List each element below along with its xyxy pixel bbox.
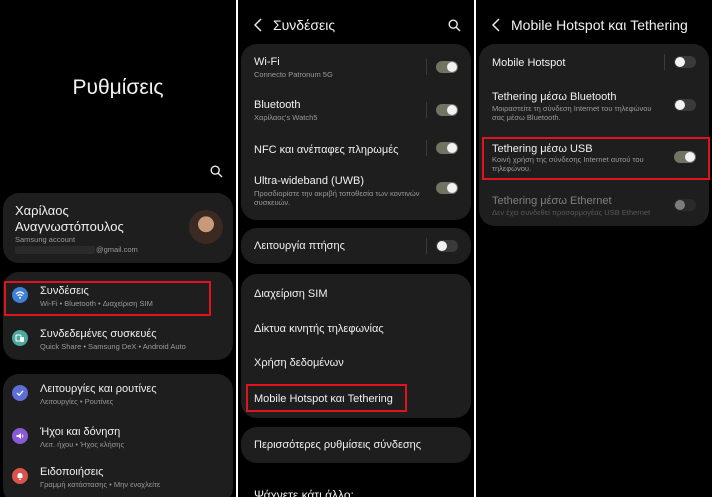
uwb-toggle[interactable]: [436, 182, 458, 194]
wifi-toggle[interactable]: [436, 61, 458, 73]
item-subtitle: Μοιραστείτε τη σύνδεση Internet του τηλε…: [492, 104, 652, 122]
item-title: Ήχοι και δόνηση: [40, 426, 121, 438]
bell-icon: [12, 468, 28, 484]
item-subtitle: Δεν έχει συνδεθεί προσαρμογέας USB Ether…: [492, 208, 651, 217]
airplane-card[interactable]: Λειτουργία πτήσης: [241, 228, 471, 264]
item-title: Περισσότερες ρυθμίσεις σύνδεσης: [254, 439, 422, 451]
item-subtitle: Προσδιορίστε την ακριβή τοποθεσία των κο…: [254, 189, 420, 207]
bluetooth-toggle[interactable]: [436, 104, 458, 116]
item-subtitle: Λειτ. ήχου • Ήχος κλήσης: [40, 440, 125, 449]
wireless-card: Wi-Fi Connecto Patronum 5G Bluetooth Χαρ…: [241, 44, 471, 220]
back-arrow-icon[interactable]: [253, 18, 263, 37]
page-title: Mobile Hotspot και Tethering: [511, 17, 688, 33]
mobile-hotspot-row[interactable]: Mobile Hotspot: [479, 44, 709, 80]
separator: [664, 54, 665, 70]
hotspot-tethering-screen: Mobile Hotspot και Tethering Mobile Hots…: [476, 0, 712, 497]
profile-name-last: Αναγνωστόπουλος: [15, 219, 124, 234]
settings-item-modes-routines[interactable]: Λειτουργίες και ρουτίνες Λειτουργίες • Ρ…: [3, 374, 233, 416]
item-title: Wi-Fi: [254, 56, 280, 68]
item-title: NFC και ανέπαφες πληρωμές: [254, 144, 399, 156]
modes-card: Λειτουργίες και ρουτίνες Λειτουργίες • Ρ…: [3, 374, 233, 497]
nfc-row[interactable]: NFC και ανέπαφες πληρωμές: [241, 132, 471, 170]
devices-icon: [12, 330, 28, 346]
profile-card[interactable]: Χαρίλαος Αναγνωστόπουλος Samsung account…: [3, 193, 233, 263]
uwb-row[interactable]: Ultra-wideband (UWB) Προσδιορίστε την ακ…: [241, 170, 471, 220]
search-icon[interactable]: [448, 19, 461, 37]
item-subtitle: Quick Share • Samsung DeX • Android Auto: [40, 342, 186, 351]
search-prompt: Ψάχνετε κάτι άλλο;: [254, 488, 354, 497]
profile-name-first: Χαρίλαος: [15, 203, 69, 218]
item-title: Λειτουργία πτήσης: [254, 240, 345, 252]
ethernet-tethering-toggle: [674, 199, 696, 211]
item-title: Mobile Hotspot: [492, 57, 566, 69]
avatar[interactable]: [189, 210, 223, 244]
connections-screen: Συνδέσεις Wi-Fi Connecto Patronum 5G Blu…: [238, 0, 474, 497]
email-redacted: [15, 246, 95, 254]
separator: [426, 59, 427, 75]
back-arrow-icon[interactable]: [491, 18, 501, 37]
check-circle-icon: [12, 385, 28, 401]
more-settings-card[interactable]: Περισσότερες ρυθμίσεις σύνδεσης: [241, 427, 471, 463]
account-label: Samsung account: [15, 235, 76, 244]
bluetooth-tethering-row[interactable]: Tethering μέσω Bluetooth Μοιραστείτε τη …: [479, 82, 709, 132]
bluetooth-tethering-toggle[interactable]: [674, 99, 696, 111]
settings-item-sounds[interactable]: Ήχοι και δόνηση Λειτ. ήχου • Ήχος κλήσης: [3, 422, 233, 464]
item-subtitle: Χαρίλαος's Watch5: [254, 113, 318, 122]
separator: [426, 140, 427, 156]
wifi-row[interactable]: Wi-Fi Connecto Patronum 5G: [241, 44, 471, 88]
bluetooth-row[interactable]: Bluetooth Χαρίλαος's Watch5: [241, 88, 471, 132]
airplane-toggle[interactable]: [436, 240, 458, 252]
search-icon[interactable]: [210, 165, 223, 183]
highlight-hotspot-tethering: [246, 384, 407, 412]
page-title: Ρυθμίσεις: [72, 76, 164, 99]
page-title: Συνδέσεις: [273, 17, 336, 33]
speaker-icon: [12, 428, 28, 444]
highlight-usb-tethering: [482, 137, 710, 180]
settings-item-notifications[interactable]: Ειδοποιήσεις Γραμμή κατάστασης • Μην ενο…: [3, 464, 233, 497]
mobile-hotspot-toggle[interactable]: [674, 56, 696, 68]
nfc-toggle[interactable]: [436, 142, 458, 154]
data-usage-row[interactable]: Χρήση δεδομένων: [241, 344, 471, 378]
item-title: Δίκτυα κινητής τηλεφωνίας: [254, 323, 384, 335]
item-title: Ειδοποιήσεις: [40, 466, 104, 478]
sim-manager-row[interactable]: Διαχείριση SIM: [241, 274, 471, 310]
item-title: Ultra-wideband (UWB): [254, 175, 365, 187]
settings-screen: Ρυθμίσεις Χαρίλαος Αναγνωστόπουλος Samsu…: [0, 0, 236, 497]
mobile-networks-row[interactable]: Δίκτυα κινητής τηλεφωνίας: [241, 310, 471, 344]
ethernet-tethering-row: Tethering μέσω Ethernet Δεν έχει συνδεθε…: [479, 186, 709, 226]
item-title: Χρήση δεδομένων: [254, 357, 344, 369]
tethering-card: Mobile Hotspot Tethering μέσω Bluetooth …: [479, 44, 709, 226]
item-title: Διαχείριση SIM: [254, 288, 328, 300]
separator: [426, 102, 427, 118]
item-title: Λειτουργίες και ρουτίνες: [40, 383, 157, 395]
item-title: Bluetooth: [254, 99, 301, 111]
item-title: Tethering μέσω Bluetooth: [492, 91, 617, 103]
item-subtitle: Λειτουργίες • Ρουτίνες: [40, 397, 114, 406]
item-subtitle: Γραμμή κατάστασης • Μην ενοχλείτε: [40, 480, 161, 489]
highlight-connections: [4, 281, 211, 316]
settings-item-connected-devices[interactable]: Συνδεδεμένες συσκευές Quick Share • Sams…: [3, 316, 233, 360]
item-title: Συνδεδεμένες συσκευές: [40, 328, 157, 340]
separator: [426, 238, 427, 254]
item-subtitle: Connecto Patronum 5G: [254, 70, 333, 79]
account-email: @gmail.com: [96, 245, 138, 254]
item-title: Tethering μέσω Ethernet: [492, 195, 612, 207]
